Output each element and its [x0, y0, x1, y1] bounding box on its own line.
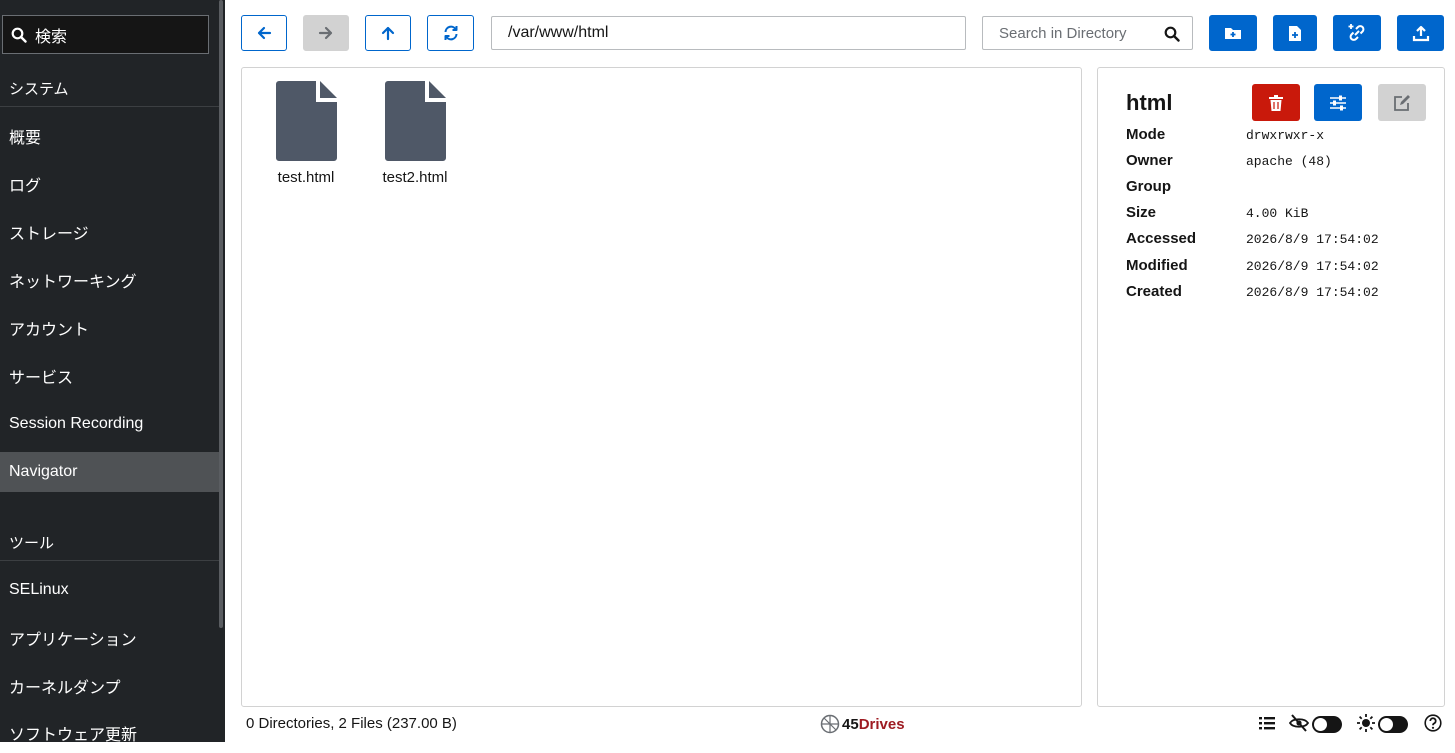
- sidebar-item-networking[interactable]: ネットワーキング: [0, 260, 222, 300]
- sidebar-item-logs[interactable]: ログ: [0, 164, 222, 204]
- file-name: test2.html: [382, 169, 448, 186]
- upload-icon: [1412, 25, 1429, 42]
- dark-mode-toggle[interactable]: [1378, 716, 1408, 733]
- details-pane: html Mode drwxrwxr-x Owner apache (48) Gro…: [1097, 67, 1445, 707]
- arrow-up-icon: [381, 26, 395, 41]
- property-key: Modified: [1126, 257, 1188, 274]
- file-icon: [384, 81, 446, 161]
- property-accessed: Accessed 2026/8/9 17:54:02: [1126, 230, 1426, 250]
- property-value: apache (48): [1246, 154, 1332, 169]
- file-plus-icon: [1289, 25, 1301, 41]
- sidebar-item-services[interactable]: サービス: [0, 356, 222, 396]
- edit-icon: [1394, 94, 1410, 111]
- sidebar-item-storage[interactable]: ストレージ: [0, 212, 222, 252]
- delete-button[interactable]: [1252, 84, 1300, 121]
- show-hidden-toggle[interactable]: [1312, 716, 1342, 733]
- nav-search-label: 検索: [35, 28, 68, 46]
- sun-icon: [1357, 714, 1375, 732]
- file-item[interactable]: test.html: [261, 81, 351, 186]
- search-icon: [11, 27, 27, 43]
- 45drives-logo-icon: [820, 714, 840, 734]
- property-group: Group: [1126, 178, 1426, 198]
- refresh-icon: [444, 25, 457, 41]
- eye-slash-icon: [1289, 714, 1309, 732]
- help-icon[interactable]: [1424, 714, 1442, 732]
- arrow-right-icon: [318, 26, 333, 40]
- search-icon: [1164, 26, 1180, 42]
- property-key: Created: [1126, 283, 1182, 300]
- files-pane[interactable]: test.html test2.html: [241, 67, 1082, 707]
- property-created: Created 2026/8/9 17:54:02: [1126, 283, 1426, 303]
- property-key: Mode: [1126, 126, 1166, 143]
- sidebar-scrollbar[interactable]: [219, 0, 223, 628]
- brand-number: 45: [842, 715, 859, 733]
- property-key: Group: [1126, 178, 1171, 195]
- property-modified: Modified 2026/8/9 17:54:02: [1126, 257, 1426, 277]
- upload-button[interactable]: [1397, 15, 1444, 51]
- sidebar-item-kernel-dump[interactable]: カーネルダンプ: [0, 666, 222, 706]
- new-link-button[interactable]: [1333, 15, 1381, 51]
- nav-heading-tools: ツール: [0, 525, 222, 561]
- brand-word: Drives: [858, 715, 905, 733]
- property-value: 4.00 KiB: [1246, 206, 1309, 221]
- property-size: Size 4.00 KiB: [1126, 204, 1426, 224]
- file-icon: [275, 81, 337, 161]
- details-title: html: [1126, 90, 1173, 115]
- refresh-button[interactable]: [427, 15, 474, 51]
- edit-permissions-button[interactable]: [1314, 84, 1362, 121]
- up-directory-button[interactable]: [365, 15, 411, 51]
- property-key: Size: [1126, 204, 1157, 221]
- arrow-left-icon: [257, 26, 272, 40]
- file-name: test.html: [277, 169, 335, 186]
- sidebar-item-session-recording[interactable]: Session Recording: [0, 404, 222, 444]
- directory-summary: 0 Directories, 2 Files (237.00 B): [246, 715, 457, 732]
- brand-logo: 45 Drives: [820, 714, 905, 734]
- nav-search-input[interactable]: 検索: [2, 15, 209, 54]
- sidebar-item-software-updates[interactable]: ソフトウェア更新: [0, 713, 222, 753]
- path-input[interactable]: /var/www/html: [491, 16, 966, 50]
- property-value: drwxrwxr-x: [1246, 128, 1325, 143]
- sidebar-item-navigator[interactable]: Navigator: [0, 452, 222, 492]
- back-button[interactable]: [241, 15, 287, 51]
- sidebar-item-overview[interactable]: 概要: [0, 116, 222, 156]
- new-directory-button[interactable]: [1209, 15, 1257, 51]
- forward-button[interactable]: [303, 15, 349, 51]
- trash-icon: [1269, 94, 1283, 111]
- sidebar-item-selinux[interactable]: SELinux: [0, 570, 222, 610]
- property-owner: Owner apache (48): [1126, 152, 1426, 172]
- property-value: 2026/8/9 17:54:02: [1246, 259, 1379, 274]
- property-key: Owner: [1126, 152, 1173, 169]
- directory-search-placeholder: Search in Directory: [999, 24, 1127, 42]
- property-value: 2026/8/9 17:54:02: [1246, 285, 1379, 300]
- property-key: Accessed: [1126, 230, 1197, 247]
- sidebar-item-accounts[interactable]: アカウント: [0, 308, 222, 348]
- property-mode: Mode drwxrwxr-x: [1126, 126, 1426, 146]
- edit-file-button[interactable]: [1378, 84, 1426, 121]
- sidebar-item-applications[interactable]: アプリケーション: [0, 618, 222, 658]
- new-file-button[interactable]: [1273, 15, 1317, 51]
- link-plus-icon: [1348, 24, 1365, 41]
- nav-heading-system: システム: [0, 71, 222, 107]
- sidebar: 検索 システム 概要 ログ ストレージ ネットワーキング アカウント サービス …: [0, 0, 225, 744]
- sliders-icon: [1330, 95, 1346, 110]
- property-value: 2026/8/9 17:54:02: [1246, 232, 1379, 247]
- file-item[interactable]: test2.html: [370, 81, 460, 186]
- folder-plus-icon: [1225, 28, 1241, 39]
- list-view-icon[interactable]: [1258, 714, 1276, 732]
- directory-search-input[interactable]: Search in Directory: [982, 16, 1193, 50]
